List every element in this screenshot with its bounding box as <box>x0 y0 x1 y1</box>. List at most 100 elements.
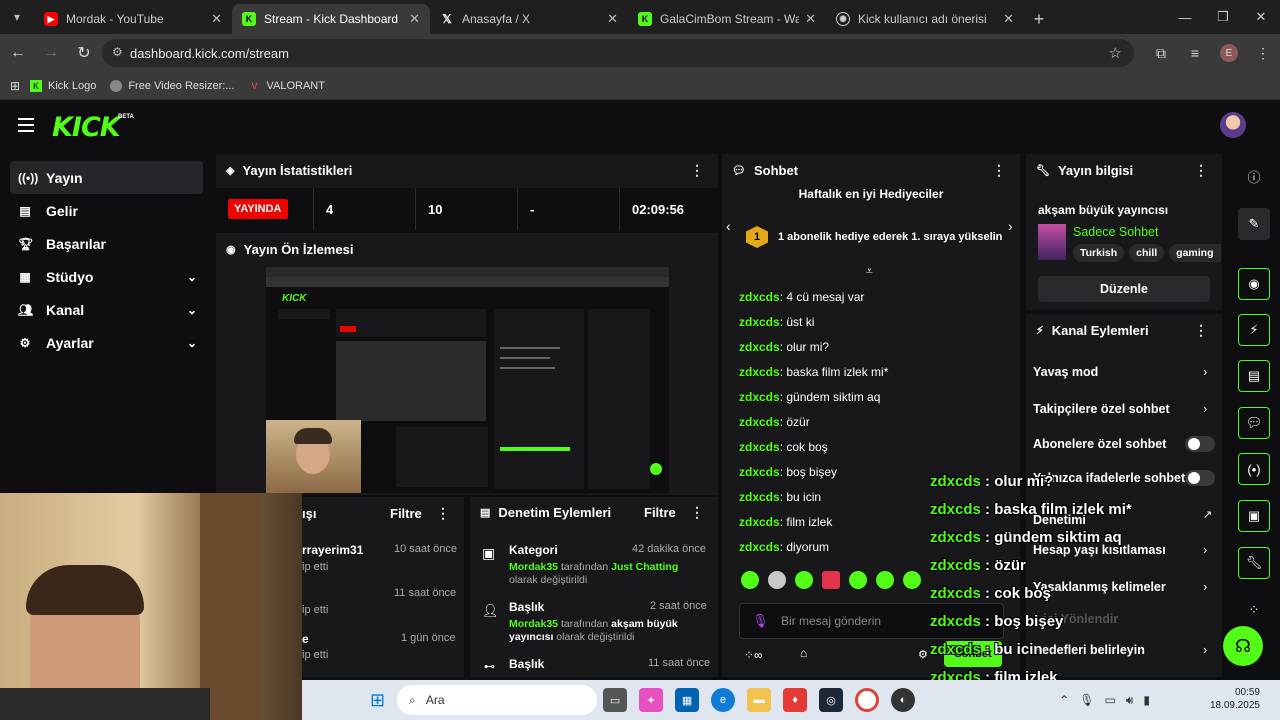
emotes-only-toggle[interactable] <box>1185 470 1215 486</box>
stream-preview[interactable]: KICK <box>266 267 669 493</box>
task-view-icon[interactable]: ▭ <box>603 688 628 712</box>
windows-start-icon[interactable]: ⊞ <box>370 690 385 711</box>
bookmark-kick-logo[interactable]: K Kick Logo <box>30 79 96 92</box>
kick-logo[interactable]: KICK <box>52 112 121 143</box>
chevron-right-icon[interactable]: › <box>1203 579 1207 594</box>
emote-icon[interactable] <box>741 571 759 589</box>
tray-icon[interactable]: ⌃ <box>1059 693 1069 708</box>
info-icon[interactable]: ⓘ <box>1238 160 1270 192</box>
volume-icon[interactable]: 🔊︎ <box>1126 693 1134 708</box>
steam-icon[interactable]: ◎ <box>819 688 844 712</box>
media-icon[interactable]: ≡ <box>1178 45 1212 61</box>
layout-icon[interactable]: ⁘ <box>1238 594 1270 626</box>
broadcast-icon[interactable]: (•) <box>1238 453 1270 485</box>
bookmark-video-resizer[interactable]: Free Video Resizer:... <box>110 79 235 92</box>
sidebar-item-gelir[interactable]: ▤ Gelir <box>10 194 203 227</box>
action-set-goals[interactable]: Hedefleri belirleyin <box>1033 643 1145 657</box>
mod-user[interactable]: Mordak35 <box>509 618 558 630</box>
menu-icon[interactable]: ⋮ <box>1246 45 1280 62</box>
close-icon[interactable]: ✕ <box>211 11 222 27</box>
close-window-icon[interactable]: ✕ <box>1242 0 1280 34</box>
forward-icon[interactable]: → <box>36 38 66 68</box>
chat-username[interactable]: zdxcds <box>739 465 780 479</box>
bookmark-valorant[interactable]: V VALORANT <box>249 80 325 92</box>
mic-icon[interactable]: 🎙︎ <box>1079 693 1094 708</box>
camera-icon[interactable]: ▣ <box>1238 500 1270 532</box>
emote-icon[interactable] <box>822 571 840 589</box>
chat-username[interactable]: zdxcds <box>739 390 780 404</box>
minimize-icon[interactable]: — <box>1166 0 1204 34</box>
close-icon[interactable]: ✕ <box>607 11 618 27</box>
emote-icon[interactable] <box>849 571 867 589</box>
chat-username[interactable]: zdxcds <box>739 315 780 329</box>
filter-button[interactable]: Filtre <box>390 506 422 521</box>
chevron-right-icon[interactable]: › <box>1008 218 1013 234</box>
tag[interactable]: chill <box>1129 244 1165 262</box>
action-slow-mode[interactable]: Yavaş mod <box>1033 365 1098 379</box>
restore-icon[interactable]: ❐ <box>1204 0 1242 34</box>
filter-button[interactable]: Filtre <box>644 505 676 520</box>
chat-username[interactable]: zdxcds <box>739 515 780 529</box>
back-icon[interactable]: ← <box>3 38 33 68</box>
edit-button[interactable]: Düzenle <box>1038 276 1210 302</box>
new-tab-button[interactable]: + <box>1024 4 1054 34</box>
sidebar-item-kanal[interactable]: 👥︎ Kanal ⌄ <box>10 293 203 326</box>
extensions-icon[interactable]: ⧉ <box>1144 45 1178 62</box>
chevron-right-icon[interactable]: › <box>1203 642 1207 657</box>
close-icon[interactable]: ✕ <box>1003 11 1014 27</box>
reload-icon[interactable]: ↻ <box>69 38 99 68</box>
chevron-left-icon[interactable]: ‹ <box>726 218 731 234</box>
sidebar-item-yayin[interactable]: ((•)) Yayın <box>10 161 203 194</box>
more-options-icon[interactable]: ⋮ <box>1194 322 1208 339</box>
chrome-icon[interactable] <box>855 688 880 712</box>
chat-bubble-icon[interactable]: 💬︎ <box>1238 407 1270 439</box>
profile-avatar[interactable]: E <box>1220 44 1238 62</box>
emote-icon[interactable] <box>795 571 813 589</box>
more-options-icon[interactable]: ⋮ <box>436 505 450 522</box>
chat-username[interactable]: zdxcds <box>739 490 780 504</box>
tag[interactable]: gaming <box>1169 244 1221 262</box>
apps-icon[interactable]: ⊞ <box>0 79 30 93</box>
tab-galacimbom[interactable]: K GalaCimBom Stream - Watch Li ✕ <box>628 4 826 34</box>
settings-icon[interactable]: ⁘∞ <box>744 648 763 662</box>
close-icon[interactable]: ✕ <box>805 11 816 27</box>
hamburger-menu-icon[interactable] <box>18 118 34 132</box>
emote-icon[interactable] <box>876 571 894 589</box>
close-icon[interactable]: ✕ <box>409 11 420 27</box>
lightning-icon[interactable]: ⚡︎ <box>1238 314 1270 346</box>
chat-username[interactable]: zdxcds <box>739 440 780 454</box>
emote-icon[interactable] <box>768 571 786 589</box>
more-options-icon[interactable]: ⋮ <box>690 162 704 179</box>
chat-username[interactable]: zdxcds <box>739 540 780 554</box>
pencil-icon[interactable]: ✎ <box>1238 208 1270 240</box>
wrench-icon[interactable]: 🔧︎ <box>1238 547 1270 579</box>
subscribers-only-toggle[interactable] <box>1185 436 1215 452</box>
more-options-icon[interactable]: ⋮ <box>1194 162 1208 179</box>
user-avatar[interactable] <box>1220 112 1246 138</box>
sidebar-item-ayarlar[interactable]: ⚙ Ayarlar ⌄ <box>10 326 203 359</box>
more-options-icon[interactable]: ⋮ <box>690 504 704 521</box>
app-icon[interactable]: ♦ <box>783 688 808 712</box>
store-app-icon[interactable]: ▦ <box>675 688 700 712</box>
network-icon[interactable]: ▭ <box>1104 693 1115 708</box>
action-followers-only[interactable]: Takipçilere özel sohbet <box>1033 402 1170 416</box>
battery-icon[interactable]: ▮ <box>1143 693 1150 708</box>
tab-x[interactable]: 𝕏 Anasayfa / X ✕ <box>430 4 628 34</box>
scroll-down-icon[interactable]: ⩡ <box>866 264 873 279</box>
external-link-icon[interactable]: ↗ <box>1203 508 1212 521</box>
store-icon[interactable]: ⌂ <box>800 646 807 660</box>
chevron-right-icon[interactable]: › <box>1203 542 1207 557</box>
taskbar-search[interactable]: ⌕ Ara <box>397 685 598 715</box>
bookmark-star-icon[interactable]: ☆ <box>1109 44 1122 62</box>
address-bar[interactable]: ⚙ dashboard.kick.com/stream ☆ <box>102 39 1134 67</box>
chat-username[interactable]: zdxcds <box>739 290 780 304</box>
action-banned-words[interactable]: Yasaklanmış kelimeler <box>1033 580 1166 594</box>
tag[interactable]: Turkish <box>1073 244 1125 262</box>
category-link[interactable]: Sadece Sohbet <box>1073 225 1159 239</box>
help-headset-button[interactable]: ☊ <box>1223 626 1263 666</box>
mod-user[interactable]: Mordak35 <box>509 561 558 573</box>
document-icon[interactable]: ▤ <box>1238 360 1270 392</box>
tab-search-icon[interactable]: ▾ <box>0 0 34 34</box>
tab-chatgpt[interactable]: ✺ Kick kullanıcı adı önerisi ✕ <box>826 4 1024 34</box>
chat-username[interactable]: zdxcds <box>739 365 780 379</box>
